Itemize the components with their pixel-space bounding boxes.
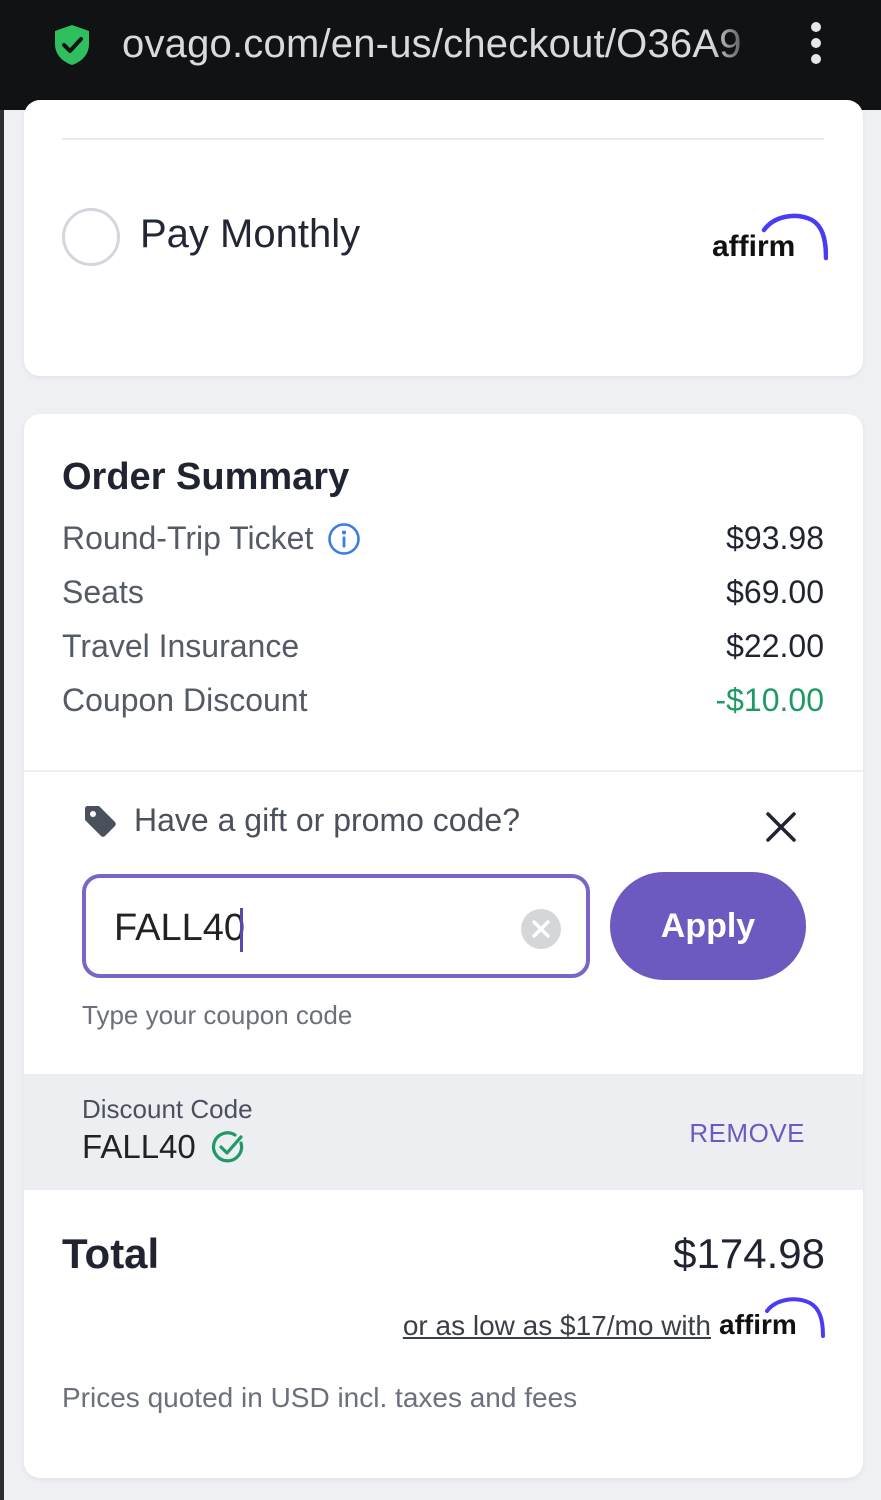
- summary-row-coupon: Coupon Discount -$10.00: [62, 682, 824, 722]
- window-edge: [0, 110, 4, 1500]
- summary-row-amount: $22.00: [726, 628, 824, 664]
- check-circle-icon: [211, 1131, 243, 1163]
- promo-hint: Type your coupon code: [82, 1000, 353, 1030]
- text-caret: [240, 908, 243, 952]
- promo-code-input[interactable]: [114, 904, 494, 952]
- coupon-discount-amount: -$10.00: [715, 682, 824, 718]
- apply-button[interactable]: Apply: [610, 872, 806, 980]
- pay-monthly-label[interactable]: Pay Monthly: [140, 212, 360, 257]
- affirm-logo-icon: affirm: [719, 1297, 825, 1340]
- summary-row-ticket: Round-Trip Ticket $93.98: [62, 520, 824, 560]
- summary-row-insurance: Travel Insurance $22.00: [62, 628, 824, 668]
- close-icon[interactable]: [764, 810, 798, 844]
- promo-header: Have a gift or promo code?: [82, 802, 520, 839]
- summary-row-label: Travel Insurance: [62, 628, 300, 664]
- summary-row-label: Round-Trip Ticket: [62, 520, 314, 556]
- svg-text:affirm: affirm: [712, 230, 795, 263]
- applied-discount-section: Discount Code FALL40 REMOVE: [24, 1074, 863, 1190]
- prices-note: Prices quoted in USD incl. taxes and fee…: [62, 1382, 578, 1413]
- order-summary-title: Order Summary: [62, 456, 350, 498]
- affirm-logo-icon: affirm: [712, 213, 828, 263]
- info-icon[interactable]: [327, 522, 361, 556]
- total-amount: $174.98: [673, 1230, 825, 1277]
- summary-row-label: Coupon Discount: [62, 682, 308, 718]
- promo-question: Have a gift or promo code?: [134, 802, 520, 838]
- divider: [24, 770, 863, 772]
- discount-code-value: FALL40: [82, 1128, 196, 1165]
- financing-text: or as low as $17/mo with: [402, 1310, 711, 1341]
- summary-row-seats: Seats $69.00: [62, 574, 824, 614]
- remove-discount-link[interactable]: REMOVE: [689, 1118, 805, 1149]
- divider: [62, 138, 824, 140]
- order-summary-card: Order Summary Round-Trip Ticket $93.98 S…: [24, 414, 863, 1478]
- tag-icon: [85, 805, 116, 837]
- secure-shield-icon: [55, 25, 89, 65]
- discount-code-label: Discount Code: [82, 1094, 253, 1124]
- promo-code-field[interactable]: [82, 874, 590, 978]
- pay-monthly-radio[interactable]: [62, 208, 120, 266]
- discount-code-value-row: FALL40: [82, 1128, 246, 1166]
- affirm-logo-text: affirm: [719, 1309, 797, 1340]
- clear-input-icon[interactable]: [520, 908, 562, 950]
- summary-row-amount: $93.98: [726, 520, 824, 556]
- browser-address-bar: ovago.com/en-us/checkout/O36A9: [0, 0, 881, 110]
- total-label: Total: [62, 1230, 160, 1277]
- summary-row-label: Seats: [62, 574, 144, 610]
- url-text[interactable]: ovago.com/en-us/checkout/O36A9: [122, 22, 762, 67]
- affirm-financing-link[interactable]: or as low as $17/mo with affirm: [403, 1294, 825, 1342]
- payment-option-card: Pay Monthly affirm: [24, 100, 863, 376]
- more-options-icon[interactable]: [806, 22, 826, 66]
- summary-row-amount: $69.00: [726, 574, 824, 610]
